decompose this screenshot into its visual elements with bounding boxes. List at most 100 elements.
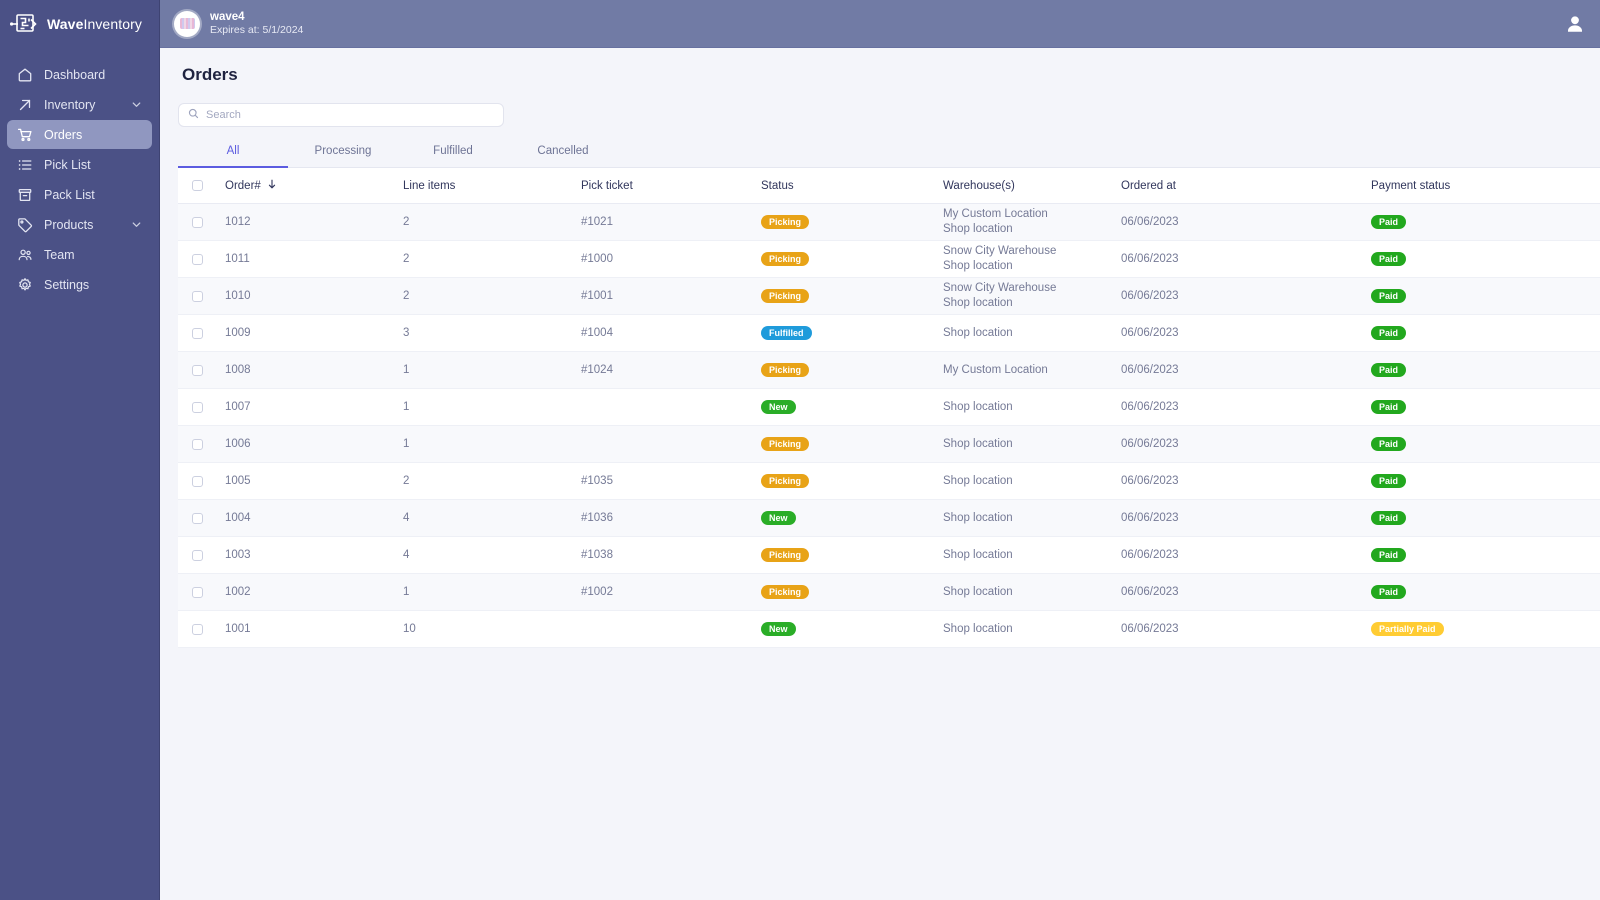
warehouse-name: Shop location	[943, 585, 1013, 598]
column-header-line-items[interactable]: Line items	[403, 168, 581, 204]
warehouse-name: Shop location	[943, 548, 1013, 561]
workspace-name: wave4	[210, 10, 245, 23]
list-icon	[16, 156, 33, 173]
orders-table: Order# Line items Pick ticket Status War…	[178, 168, 1600, 648]
workspace-selector[interactable]: wave4 Expires at: 5/1/2024	[174, 10, 303, 38]
chevron-down-icon[interactable]	[130, 218, 143, 231]
row-checkbox[interactable]	[192, 623, 203, 635]
cell-order-number: 1010	[225, 277, 403, 315]
search-icon	[188, 106, 199, 124]
payment-status-badge: Partially Paid	[1371, 622, 1444, 636]
cell-status: Picking	[761, 536, 943, 574]
column-header-status[interactable]: Status	[761, 168, 943, 204]
row-checkbox[interactable]	[192, 512, 203, 524]
row-checkbox[interactable]	[192, 290, 203, 302]
table-row[interactable]: 1012 2 #1021 Picking My Custom Location Shop …	[178, 203, 1600, 241]
table-row[interactable]: 1001 10 New Shop location 06/06/2023 Partiall…	[178, 610, 1600, 648]
tab-processing[interactable]: Processing	[288, 145, 398, 168]
page-title: Orders	[182, 65, 238, 84]
row-checkbox-cell	[178, 462, 225, 500]
row-checkbox-cell	[178, 240, 225, 278]
row-checkbox[interactable]	[192, 586, 203, 598]
sidebar-item-pick-list[interactable]: Pick List	[7, 150, 152, 179]
column-header-order[interactable]: Order#	[225, 168, 403, 204]
column-header-payment-status[interactable]: Payment status	[1371, 168, 1600, 204]
column-header-ordered-at[interactable]: Ordered at	[1121, 168, 1371, 204]
home-icon	[16, 66, 33, 83]
cell-warehouses: Shop location	[943, 499, 1121, 537]
row-checkbox[interactable]	[192, 253, 203, 265]
cell-pick-ticket: #1001	[581, 277, 761, 315]
orders-table-head: Order# Line items Pick ticket Status War…	[178, 168, 1600, 204]
warehouse-name: My Custom Location	[943, 208, 1048, 221]
row-checkbox[interactable]	[192, 549, 203, 561]
row-checkbox[interactable]	[192, 327, 203, 339]
brand-logo[interactable]: WaveInventory	[0, 0, 159, 48]
warehouse-name: Shop location	[943, 622, 1013, 635]
cell-warehouses: My Custom Location Shop location	[943, 203, 1121, 241]
cell-payment-status: Paid	[1371, 314, 1600, 352]
status-badge: Picking	[761, 363, 810, 377]
tab-fulfilled[interactable]: Fulfilled	[398, 145, 508, 168]
chevron-down-icon[interactable]	[130, 98, 143, 111]
sidebar-item-products[interactable]: Products	[7, 210, 152, 239]
tab-all[interactable]: All	[178, 145, 288, 168]
cell-warehouses: Shop location	[943, 573, 1121, 611]
cell-payment-status: Paid	[1371, 536, 1600, 574]
column-header-pick-ticket[interactable]: Pick ticket	[581, 168, 761, 204]
sidebar-item-orders[interactable]: Orders	[7, 120, 152, 149]
cell-status: Picking	[761, 277, 943, 315]
sidebar-item-team[interactable]: Team	[7, 240, 152, 269]
table-row[interactable]: 1003 4 #1038 Picking Shop location 06/06/2023…	[178, 536, 1600, 574]
warehouse-name: Shop location	[943, 511, 1013, 524]
tab-cancelled[interactable]: Cancelled	[508, 145, 618, 168]
cell-order-number: 1009	[225, 314, 403, 352]
sidebar: WaveInventory Dashboard Inventory Orders…	[0, 0, 160, 900]
cell-order-number: 1011	[225, 240, 403, 278]
shopping-cart-icon	[16, 126, 33, 143]
warehouse-name: Shop location	[943, 260, 1013, 272]
sidebar-item-inventory[interactable]: Inventory	[7, 90, 152, 119]
status-badge: Picking	[761, 474, 810, 488]
table-row[interactable]: 1011 2 #1000 Picking Snow City Warehouse Shop…	[178, 240, 1600, 278]
arrow-down-icon[interactable]	[267, 179, 277, 192]
table-row[interactable]: 1009 3 #1004 Fulfilled Shop location 06/06/20…	[178, 314, 1600, 352]
sidebar-item-dashboard[interactable]: Dashboard	[7, 60, 152, 89]
warehouse-name: Snow City Warehouse	[943, 282, 1057, 295]
cell-line-items: 1	[403, 388, 581, 426]
cell-pick-ticket: #1024	[581, 351, 761, 389]
row-checkbox[interactable]	[192, 364, 203, 376]
row-checkbox[interactable]	[192, 475, 203, 487]
user-account-icon[interactable]	[1564, 13, 1586, 35]
row-checkbox[interactable]	[192, 401, 203, 413]
cell-order-number: 1012	[225, 203, 403, 241]
search-box[interactable]	[178, 103, 504, 127]
table-row[interactable]: 1008 1 #1024 Picking My Custom Location 06/06…	[178, 351, 1600, 389]
cell-ordered-at: 06/06/2023	[1121, 203, 1371, 241]
row-checkbox[interactable]	[192, 216, 203, 228]
row-checkbox-cell	[178, 573, 225, 611]
sidebar-item-settings[interactable]: Settings	[7, 270, 152, 299]
search-input[interactable]	[206, 109, 494, 121]
cell-order-number: 1001	[225, 610, 403, 648]
table-row[interactable]: 1005 2 #1035 Picking Shop location 06/06/2023…	[178, 462, 1600, 500]
table-row[interactable]: 1010 2 #1001 Picking Snow City Warehouse Shop…	[178, 277, 1600, 315]
brand-name-bold: Wave	[47, 16, 84, 32]
row-checkbox-cell	[178, 425, 225, 463]
column-header-warehouses[interactable]: Warehouse(s)	[943, 168, 1121, 204]
table-row[interactable]: 1007 1 New Shop location 06/06/2023 Paid	[178, 388, 1600, 426]
table-row[interactable]: 1002 1 #1002 Picking Shop location 06/06/2023…	[178, 573, 1600, 611]
cell-payment-status: Paid	[1371, 388, 1600, 426]
warehouse-name: Shop location	[943, 297, 1013, 309]
row-checkbox[interactable]	[192, 438, 203, 450]
cell-payment-status: Paid	[1371, 462, 1600, 500]
cell-line-items: 1	[403, 351, 581, 389]
sidebar-item-pack-list[interactable]: Pack List	[7, 180, 152, 209]
orders-tabs: All Processing Fulfilled Cancelled	[178, 145, 1600, 168]
cell-warehouses: My Custom Location	[943, 351, 1121, 389]
select-all-checkbox[interactable]	[192, 180, 203, 191]
table-row[interactable]: 1004 4 #1036 New Shop location 06/06/2023 Paid	[178, 499, 1600, 537]
cell-warehouses: Shop location	[943, 388, 1121, 426]
cell-payment-status: Paid	[1371, 425, 1600, 463]
table-row[interactable]: 1006 1 Picking Shop location 06/06/2023 Paid	[178, 425, 1600, 463]
